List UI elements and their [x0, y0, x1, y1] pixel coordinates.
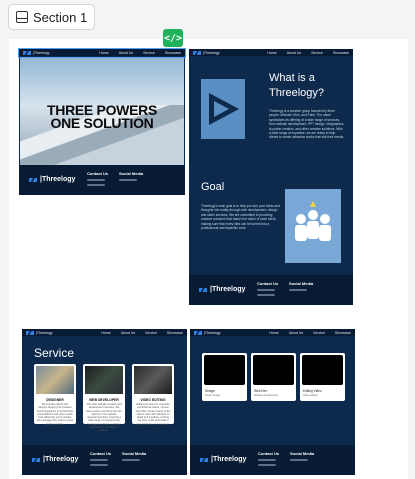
- showcase-card-title: Design: [205, 389, 215, 393]
- footer-social-title: Social Media: [122, 451, 147, 456]
- service-card-desc: Editing services for impactful promotion…: [135, 403, 171, 426]
- footer-logo-icon: [200, 457, 208, 462]
- service-card-web-developer[interactable]: WEB DEVELOPER This offer website creatio…: [83, 364, 125, 432]
- nav-link-showcase[interactable]: Showcase: [333, 51, 349, 55]
- page-thumbnail-about[interactable]: |Threelogy Home About Us Service Showcas…: [189, 49, 353, 305]
- nav-link-showcase[interactable]: Showcase: [167, 331, 183, 335]
- goal-title: Goal: [201, 181, 225, 193]
- showcase-video[interactable]: [204, 355, 245, 385]
- logo-icon: [26, 330, 34, 335]
- hero-line-2: ONE SOLUTION: [50, 115, 154, 131]
- hero-headline: THREE POWERS ONE SOLUTION: [20, 103, 184, 131]
- page-thumbnail-service[interactable]: |Threelogy Home About Us Service Showcas…: [22, 329, 187, 475]
- footer-brand: |Threelogy: [40, 176, 76, 183]
- footer-contact-title: Contact Us: [258, 451, 280, 456]
- page-footer: |Threelogy Contact Us Social Media: [19, 165, 185, 195]
- nav-brand: |Threelogy: [204, 330, 221, 335]
- service-card-image: [36, 366, 74, 394]
- nav-link-about[interactable]: About Us: [289, 331, 303, 335]
- footer-brand: |Threelogy: [43, 456, 79, 463]
- showcase-card-web-dev[interactable]: Web Dev Website development: [251, 353, 296, 401]
- nav-link-home[interactable]: Home: [101, 331, 110, 335]
- logo-image: [201, 79, 245, 139]
- editor-root: Section 1 |Threelogy Home About Us Servi…: [0, 0, 415, 479]
- footer-social-title: Social Media: [289, 281, 314, 286]
- nav-link-home[interactable]: Home: [267, 51, 276, 55]
- footer-social-title: Social Media: [119, 171, 144, 176]
- section-icon: [16, 11, 28, 23]
- showcase-video[interactable]: [253, 355, 294, 385]
- nav-link-service[interactable]: Service: [145, 331, 157, 335]
- section-selector[interactable]: Section 1: [8, 4, 96, 30]
- footer-contact-title: Contact Us: [87, 171, 109, 176]
- footer-logo-icon: [199, 287, 207, 292]
- showcase-card-title: Editing Video: [303, 389, 322, 393]
- about-title: What is a Threelogy?: [269, 71, 324, 101]
- service-card-title: WEB DEVELOPER: [89, 398, 119, 402]
- service-card-image: [85, 366, 123, 394]
- page-nav: |Threelogy Home About Us Service Showcas…: [189, 49, 353, 56]
- showcase-video[interactable]: [302, 355, 343, 385]
- page-nav: |Threelogy Home About Us Service Showcas…: [22, 329, 187, 336]
- logo-icon: [193, 50, 201, 55]
- about-title-line-2: Threelogy?: [269, 87, 325, 99]
- page-footer: |Threelogy Contact Us Social Media: [190, 445, 355, 475]
- footer-brand: |Threelogy: [211, 456, 247, 463]
- code-view-button[interactable]: </>: [163, 29, 183, 47]
- showcase-card-sub: Website development: [254, 394, 278, 397]
- footer-contact-title: Contact Us: [257, 281, 279, 286]
- service-card-image: [134, 366, 172, 394]
- service-card-title: DESIGNER: [46, 398, 64, 402]
- nav-link-showcase[interactable]: Showcase: [335, 331, 351, 335]
- showcase-card-sub: Video editing: [303, 394, 318, 397]
- footer-logo-icon: [29, 177, 37, 182]
- selected-element-outline: [18, 48, 186, 58]
- triangle-logo-icon: [209, 93, 239, 125]
- footer-brand: |Threelogy: [210, 286, 246, 293]
- logo-icon: [194, 330, 202, 335]
- nav-brand: |Threelogy: [203, 50, 220, 55]
- showcase-card-title: Web Dev: [254, 389, 268, 393]
- showcase-card-sub: Poster design: [205, 394, 221, 397]
- team-illustration: [285, 189, 341, 263]
- service-title: Service: [34, 346, 75, 360]
- footer-contact-title: Contact Us: [90, 451, 112, 456]
- nav-link-service[interactable]: Service: [313, 331, 325, 335]
- team-people-icon: [295, 201, 331, 241]
- nav-link-about[interactable]: About Us: [121, 331, 135, 335]
- footer-social-title: Social Media: [290, 451, 315, 456]
- page-footer: |Threelogy Contact Us Social Media: [22, 445, 187, 475]
- hero-section: THREE POWERS ONE SOLUTION: [20, 57, 184, 165]
- about-text: Threelogy is a creative group founded by…: [269, 109, 345, 140]
- showcase-card-design[interactable]: Design Poster design: [202, 353, 247, 401]
- page-nav: |Threelogy Home About Us Service Showcas…: [190, 329, 355, 336]
- nav-link-service[interactable]: Service: [311, 51, 323, 55]
- showcase-card-editing-video[interactable]: Editing Video Video editing: [300, 353, 345, 401]
- page-thumbnail-showcase[interactable]: |Threelogy Home About Us Service Showcas…: [190, 329, 355, 475]
- preview-canvas: |Threelogy Home About Us Service Showcas…: [9, 39, 408, 479]
- goal-text: Threelogy's main goal is to help you tur…: [201, 204, 280, 231]
- page-footer: |Threelogy Contact Us Social Media: [189, 275, 353, 305]
- footer-logo-icon: [32, 457, 40, 462]
- service-card-video-editing[interactable]: VIDEO EDITING Editing services for impac…: [132, 364, 174, 426]
- service-card-designer[interactable]: DESIGNER We provide clients with designs…: [34, 364, 76, 426]
- service-card-desc: We provide clients with designs ranging …: [37, 403, 73, 426]
- about-title-line-1: What is a: [269, 72, 315, 84]
- section-label: Section 1: [33, 9, 88, 25]
- nav-brand: |Threelogy: [36, 330, 53, 335]
- page-thumbnail-home[interactable]: |Threelogy Home About Us Service Showcas…: [19, 49, 185, 195]
- service-card-title: VIDEO EDITING: [140, 398, 166, 402]
- nav-link-home[interactable]: Home: [269, 331, 278, 335]
- nav-link-about[interactable]: About Us: [287, 51, 301, 55]
- service-card-desc: This offer website creation and developm…: [86, 403, 122, 433]
